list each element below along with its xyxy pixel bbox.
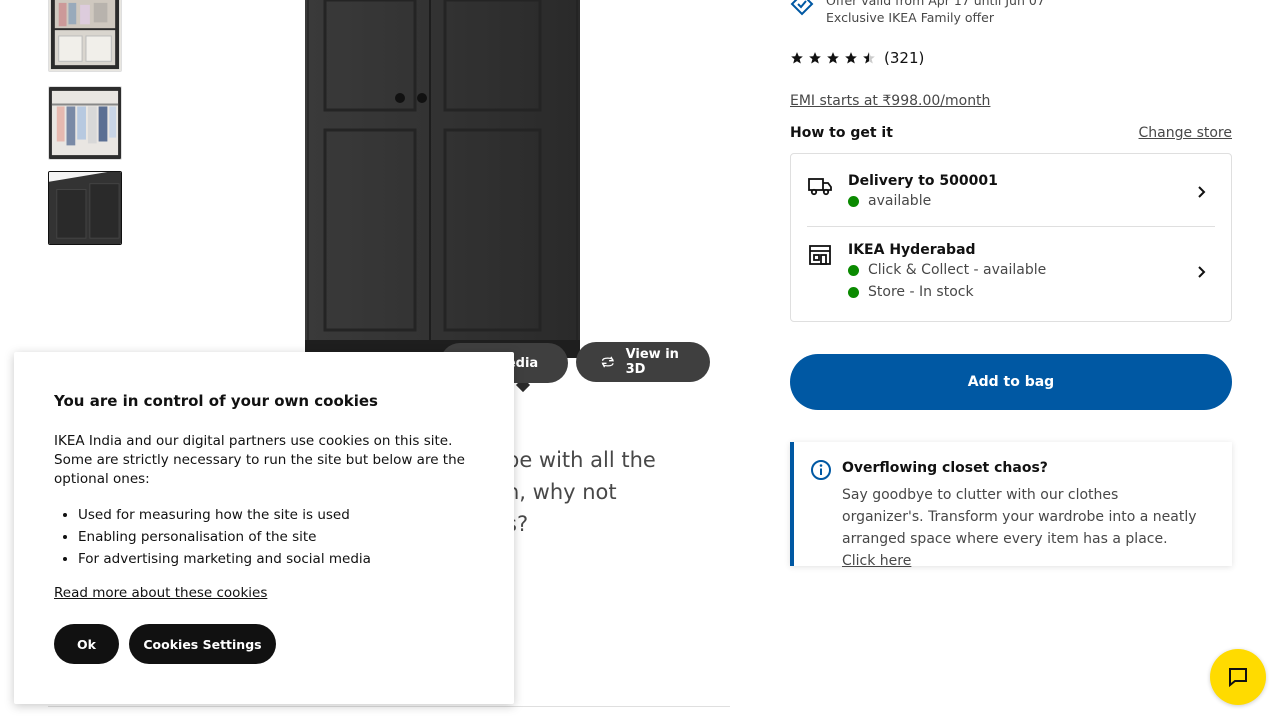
product-main-image[interactable] xyxy=(250,0,660,400)
change-store-link[interactable]: Change store xyxy=(1139,125,1232,141)
emi-link[interactable]: EMI starts at ₹998.00/month xyxy=(790,93,990,109)
product-description: be with all the n, why not s? xyxy=(506,444,746,540)
store-icon xyxy=(809,245,831,265)
click-collect-status: Click & Collect - available xyxy=(848,259,1046,281)
delivery-title: Delivery to 500001 xyxy=(848,173,998,189)
view-in-3d-label: View in 3D xyxy=(625,347,679,377)
offer-validity: Offer valid from Apr 17 until Jun 07 xyxy=(826,0,1045,8)
thumbnail-door-detail[interactable] xyxy=(48,171,122,245)
thumbnail-door-detail-image xyxy=(49,172,121,244)
cookie-intro: IKEA India and our digital partners use … xyxy=(54,433,465,487)
thumbnail-hanging-clothes-image xyxy=(49,87,121,159)
cookie-settings-button[interactable]: Cookies Settings xyxy=(129,624,276,664)
star-icon xyxy=(791,52,803,64)
delivery-status: available xyxy=(848,190,998,212)
cookie-ok-button[interactable]: Ok xyxy=(54,624,119,664)
cookie-heading: You are in control of your own cookies xyxy=(54,392,378,410)
wardrobe-image xyxy=(305,0,580,393)
description-line: be with all the xyxy=(506,448,656,472)
green-status-dot xyxy=(848,195,859,207)
delivery-row[interactable]: Delivery to 500001 available xyxy=(807,173,1215,212)
chevron-right-icon xyxy=(1198,186,1206,198)
store-stock-status: Store - In stock xyxy=(848,281,1046,303)
promo-body-text: Say goodbye to clutter with our clothes … xyxy=(842,487,1197,547)
half-star-icon xyxy=(863,52,875,64)
rating-count: (321) xyxy=(884,49,925,67)
product-rating[interactable]: (321) xyxy=(790,49,924,67)
how-to-get-it-heading: How to get it xyxy=(790,125,893,141)
description-line: s? xyxy=(506,512,529,536)
star-icon xyxy=(827,52,839,64)
chevron-right-icon xyxy=(1198,266,1206,278)
delivery-status-text: available xyxy=(868,193,932,209)
star-icon xyxy=(809,52,821,64)
store-stock-text: Store - In stock xyxy=(868,284,974,300)
list-item: Used for measuring how the site is used xyxy=(78,504,371,526)
rotate-3d-icon xyxy=(601,356,615,368)
thumbnail-wardrobe-interior-image xyxy=(49,0,121,71)
click-collect-text: Click & Collect - available xyxy=(868,262,1047,278)
promo-title: Overflowing closet chaos? xyxy=(842,460,1048,476)
cookie-purposes-list: Used for measuring how the site is used … xyxy=(78,504,371,570)
add-to-bag-button[interactable]: Add to bag xyxy=(790,354,1232,410)
star-icon xyxy=(845,52,857,64)
offer-tag-icon xyxy=(790,0,814,16)
family-offer: Offer valid from Apr 17 until Jun 07 Exc… xyxy=(790,0,1045,26)
offer-label: Exclusive IKEA Family offer xyxy=(826,10,994,25)
description-line: n, why not xyxy=(506,480,617,504)
store-title: IKEA Hyderabad xyxy=(848,242,976,258)
promo-banner: Overflowing closet chaos? Say goodbye to… xyxy=(790,442,1232,569)
view-in-3d-button[interactable]: View in 3D xyxy=(576,342,710,382)
promo-click-here-link[interactable]: Click here xyxy=(842,553,911,569)
green-status-dot xyxy=(848,264,859,276)
truck-icon xyxy=(808,178,832,196)
thumbnail-hanging-clothes[interactable] xyxy=(48,86,122,160)
promo-body: Say goodbye to clutter with our clothes … xyxy=(842,484,1202,572)
green-status-dot xyxy=(848,286,859,298)
thumbnail-wardrobe-interior[interactable] xyxy=(48,0,122,72)
availability-box: Delivery to 500001 available IKEA Hydera… xyxy=(790,153,1232,322)
chat-button[interactable] xyxy=(1210,649,1266,705)
store-row[interactable]: IKEA Hyderabad Click & Collect - availab… xyxy=(807,242,1215,303)
chat-bubble-icon xyxy=(1229,668,1247,688)
list-item: For advertising marketing and social med… xyxy=(78,548,371,570)
row-divider xyxy=(807,226,1215,227)
rating-stars xyxy=(790,51,876,65)
read-more-cookies-link[interactable]: Read more about these cookies xyxy=(54,585,267,601)
cookie-consent-dialog: You are in control of your own cookies I… xyxy=(14,352,514,704)
list-item: Enabling personalisation of the site xyxy=(78,526,371,548)
section-divider xyxy=(48,706,730,707)
info-icon xyxy=(811,460,831,480)
